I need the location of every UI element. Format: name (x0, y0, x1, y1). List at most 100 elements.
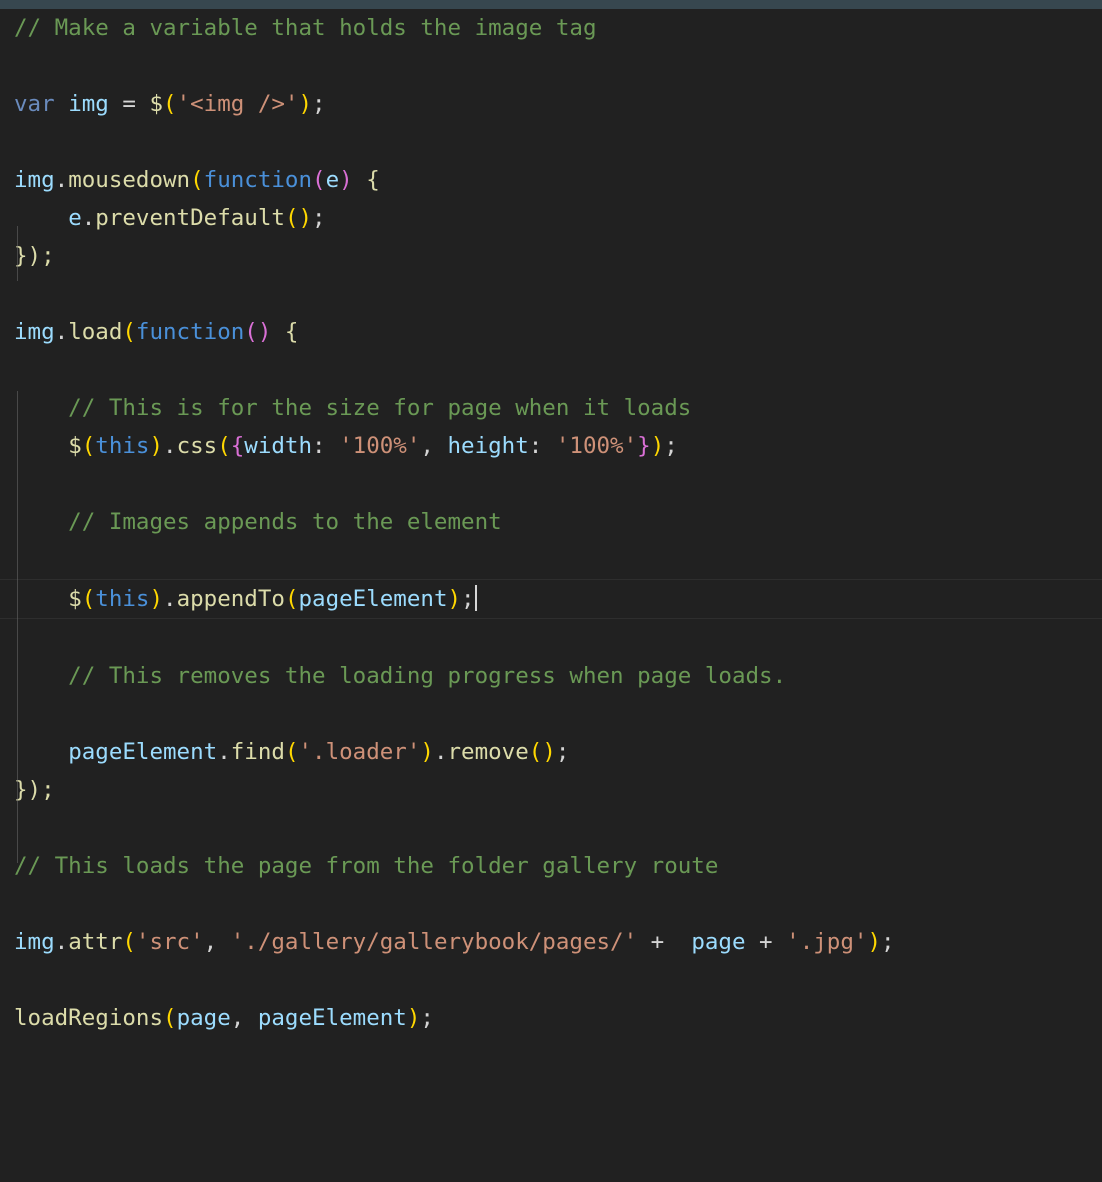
keyword-this: this (95, 586, 150, 612)
code-line-18[interactable]: // This removes the loading progress whe… (0, 657, 1102, 695)
key-width: width (244, 433, 313, 459)
code-line-17[interactable] (0, 619, 1102, 657)
code-line-6[interactable]: e.preventDefault(); (0, 199, 1102, 237)
indent-guide-load-block (17, 391, 18, 863)
paren-open: ( (81, 586, 96, 612)
block-close: }); (14, 777, 55, 803)
code-line-21[interactable]: }); (0, 771, 1102, 809)
method-load: load (68, 319, 123, 345)
paren-close: ) (149, 586, 164, 612)
argument-pageelement: pageElement (298, 586, 448, 612)
operator-plus: + (637, 929, 678, 955)
code-line-16-active[interactable]: $(this).appendTo(pageElement); (0, 579, 1102, 619)
semicolon: ; (664, 433, 678, 459)
method-attr: attr (68, 929, 123, 955)
code-line-15[interactable] (0, 541, 1102, 579)
method-find: find (230, 739, 285, 765)
paren-open: ( (122, 929, 136, 955)
comma: , (203, 929, 231, 955)
code-line-12[interactable]: $(this).css({width: '100%', height: '100… (0, 427, 1102, 465)
method-mousedown: mousedown (68, 167, 191, 193)
code-editor-content[interactable]: // Make a variable that holds the image … (0, 9, 1102, 1182)
code-line-2[interactable] (0, 47, 1102, 85)
brace-close: } (637, 433, 651, 459)
parens: () (284, 205, 313, 231)
brace-open: { (230, 433, 245, 459)
variable-img: img (68, 91, 109, 117)
semicolon: ; (555, 739, 570, 765)
variable-e: e (68, 205, 82, 231)
value-width: '100%' (339, 433, 421, 459)
dot: . (81, 205, 96, 231)
dot: . (163, 433, 177, 459)
code-line-7[interactable]: }); (0, 237, 1102, 275)
method-css: css (176, 433, 218, 459)
code-line-20[interactable]: pageElement.find('.loader').remove(); (0, 733, 1102, 771)
paren-open: ( (217, 433, 231, 459)
paren-close: ) (298, 91, 313, 117)
string-src: 'src' (135, 929, 204, 955)
operator-plus: + (745, 929, 787, 955)
paren-open: ( (284, 586, 299, 612)
comma: , (230, 1005, 258, 1031)
code-line-23[interactable]: // This loads the page from the folder g… (0, 847, 1102, 885)
code-editor-window: // Make a variable that holds the image … (0, 0, 1102, 1182)
dot: . (54, 167, 69, 193)
method-remove: remove (447, 739, 529, 765)
code-line-9[interactable]: img.load(function() { (0, 313, 1102, 351)
comment-token: // This loads the page from the folder g… (14, 853, 719, 879)
code-line-26[interactable] (0, 961, 1102, 999)
code-line-19[interactable] (0, 695, 1102, 733)
semicolon: ; (312, 91, 326, 117)
paren-close: ) (867, 929, 881, 955)
dot: . (433, 739, 448, 765)
code-line-27[interactable]: loadRegions(page, pageElement); (0, 999, 1102, 1037)
jquery-dollar: $ (68, 586, 82, 612)
code-line-13[interactable] (0, 465, 1102, 503)
code-line-10[interactable] (0, 351, 1102, 389)
parens: () (244, 319, 272, 345)
code-line-24[interactable] (0, 885, 1102, 923)
argument-page: page (176, 1005, 231, 1031)
brace-open: { (271, 319, 299, 345)
paren-close: ) (447, 586, 462, 612)
code-line-11[interactable]: // This is for the size for page when it… (0, 389, 1102, 427)
keyword-function: function (203, 167, 313, 193)
argument-pageelement: pageElement (257, 1005, 407, 1031)
comment-token: // This removes the loading progress whe… (14, 663, 787, 689)
method-appendto: appendTo (176, 586, 285, 612)
dot: . (54, 319, 69, 345)
jquery-dollar: $ (68, 433, 82, 459)
text-cursor-caret (474, 585, 477, 611)
code-line-22[interactable] (0, 809, 1102, 847)
code-line-5[interactable]: img.mousedown(function(e) { (0, 161, 1102, 199)
window-title-bar (0, 0, 1102, 9)
code-line-4[interactable] (0, 123, 1102, 161)
code-line-25[interactable]: img.attr('src', './gallery/gallerybook/p… (0, 923, 1102, 961)
comma: , (420, 433, 448, 459)
code-line-1[interactable]: // Make a variable that holds the image … (0, 9, 1102, 47)
paren-close: ) (149, 433, 164, 459)
code-line-14[interactable]: // Images appends to the element (0, 503, 1102, 541)
paren-open: ( (163, 91, 177, 117)
paren-open: ( (81, 433, 96, 459)
code-line-8[interactable] (0, 275, 1102, 313)
paren-close: ) (339, 167, 353, 193)
dot: . (217, 739, 231, 765)
code-line-3[interactable]: var img = $('<img />'); (0, 85, 1102, 123)
paren-open: ( (312, 167, 326, 193)
semicolon: ; (312, 205, 326, 231)
paren-close: ) (650, 433, 665, 459)
string-loader-selector: '.loader' (298, 739, 421, 765)
parens: () (528, 739, 556, 765)
operator-assign: = (108, 91, 150, 117)
semicolon: ; (420, 1005, 434, 1031)
jquery-dollar: $ (149, 91, 164, 117)
semicolon: ; (461, 586, 475, 612)
paren-open: ( (122, 319, 136, 345)
keyword-var: var (14, 91, 55, 117)
function-loadregions: loadRegions (14, 1005, 164, 1031)
